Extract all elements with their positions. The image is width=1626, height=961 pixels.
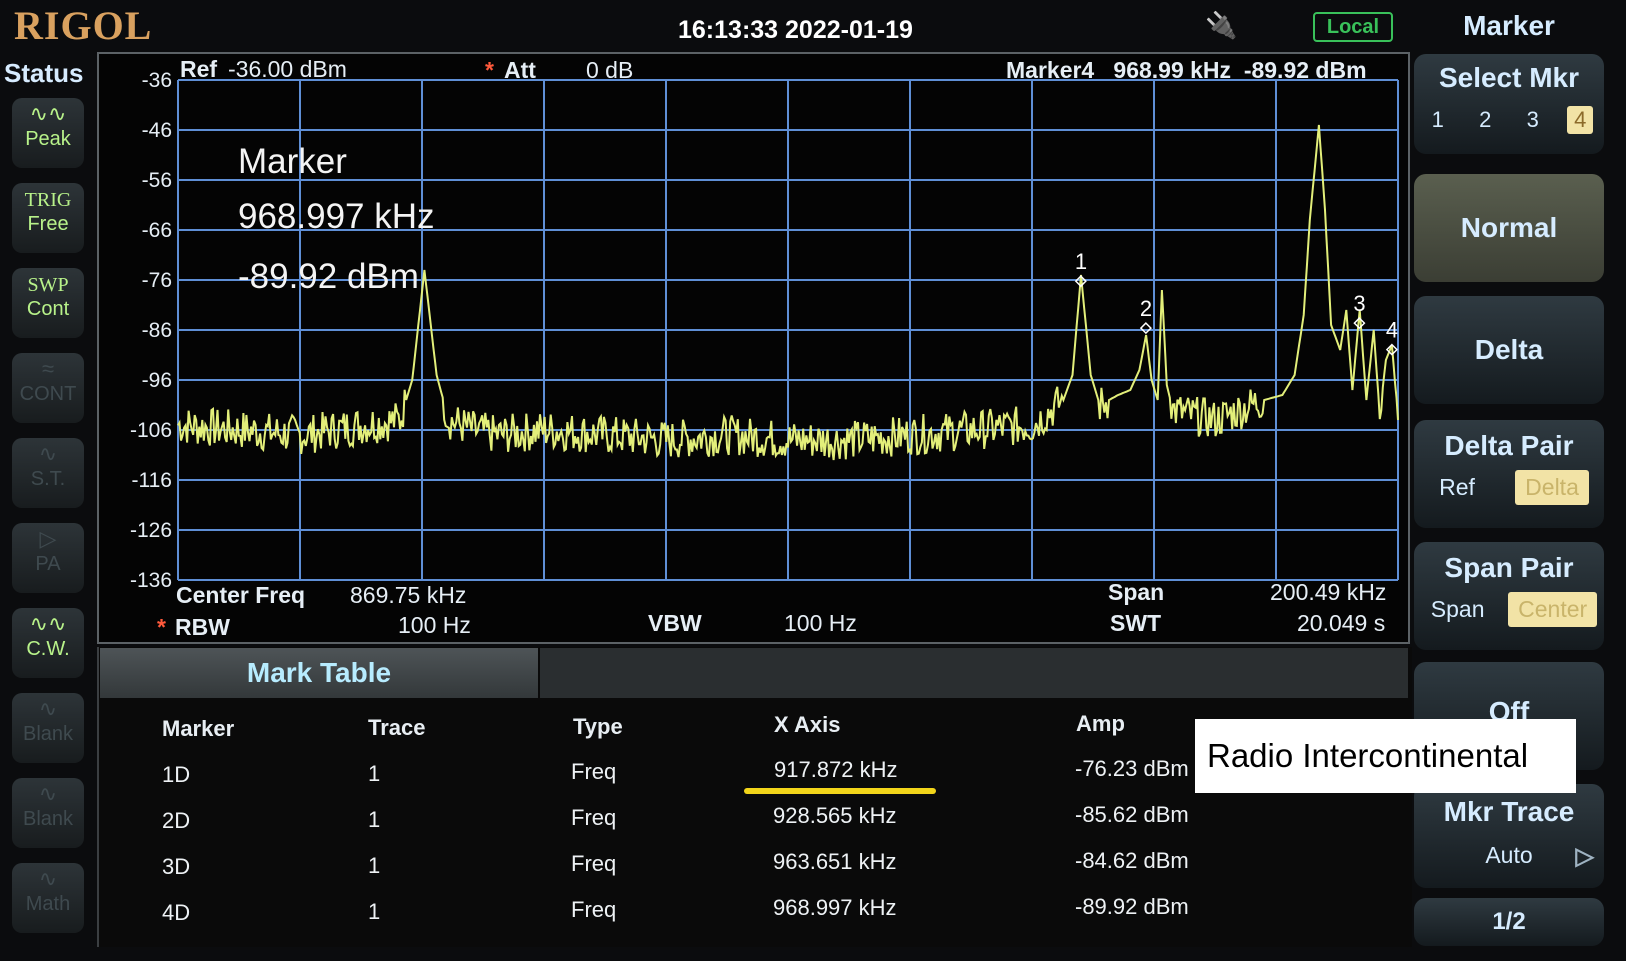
y-tick-label: -126 [130, 519, 172, 542]
big-marker-amp: -89.92 dBm [238, 257, 419, 296]
marker-number-selector: 1 2 3 4 [1414, 106, 1604, 134]
row-marker: 4D [162, 900, 191, 925]
mkr-trace-label: Mkr Trace [1443, 796, 1575, 827]
row-amp: -85.62 dBm [1075, 802, 1189, 827]
row-type: Freq [571, 851, 617, 876]
row-x-axis: 963.651 kHz [773, 849, 897, 874]
delta-key[interactable]: Delta [1414, 296, 1604, 404]
row-marker: 3D [162, 854, 191, 879]
y-tick-label: -86 [142, 319, 172, 342]
row-x-axis: 917.872 kHz [774, 757, 898, 782]
plot-grid [177, 79, 1399, 581]
col-header-x-axis: X Axis [774, 712, 841, 737]
row-type: Freq [571, 897, 617, 922]
center-freq-value: 869.75 kHz [350, 582, 467, 608]
row-type: Freq [571, 805, 617, 830]
rbw-label: RBW [175, 614, 230, 640]
mark-table-strip [540, 648, 1408, 698]
center-freq-label: Center Freq [176, 582, 306, 608]
row-marker: 2D [162, 808, 191, 833]
mkr-number-1[interactable]: 1 [1425, 106, 1451, 134]
y-tick-label: -36 [142, 69, 172, 92]
menu-title: Marker [1463, 10, 1555, 41]
y-tick-label: -46 [142, 119, 172, 142]
marker-points: 1 2 34 [1074, 249, 1398, 356]
row-x-axis: 968.997 kHz [773, 895, 897, 920]
row-trace: 1 [368, 807, 381, 832]
delta-pair-delta[interactable]: Delta [1515, 470, 1589, 505]
mkr-number-4[interactable]: 4 [1567, 106, 1594, 134]
span-pair-label: Span Pair [1444, 552, 1574, 583]
mkr-number-2[interactable]: 2 [1472, 106, 1498, 134]
row-x-axis: 928.565 kHz [773, 803, 897, 828]
row-amp: -89.92 dBm [1075, 894, 1189, 919]
span-value: 200.49 kHz [1270, 579, 1387, 605]
swt-label: SWT [1110, 610, 1162, 636]
delta-pair-label: Delta Pair [1444, 430, 1574, 461]
row-trace: 1 [368, 853, 381, 878]
y-tick-label: -136 [130, 569, 172, 592]
rbw-star: * [157, 614, 166, 640]
select-mkr-label: Select Mkr [1438, 62, 1580, 93]
marker-label: 2 [1140, 296, 1152, 321]
marker-diamond [1139, 322, 1152, 335]
delta-pair-key[interactable]: Delta Pair Ref Delta [1414, 420, 1604, 528]
mkr-number-3[interactable]: 3 [1520, 106, 1546, 134]
col-header-marker: Marker [162, 716, 235, 741]
mkr-trace-key[interactable]: Mkr Trace Auto ▷ [1414, 784, 1604, 888]
station-annotation: Radio Intercontinental [1195, 719, 1576, 793]
big-marker-title: Marker [238, 142, 347, 181]
col-header-amp: Amp [1076, 711, 1125, 736]
span-pair-key[interactable]: Span Pair Span Center [1414, 542, 1604, 650]
vbw-label: VBW [648, 610, 702, 636]
row-amp: -76.23 dBm [1075, 756, 1189, 781]
y-tick-label: -106 [130, 419, 172, 442]
vbw-value: 100 Hz [784, 610, 857, 636]
delta-pair-ref[interactable]: Ref [1429, 470, 1485, 505]
y-tick-label: -116 [132, 469, 172, 492]
marker-label: 3 [1353, 291, 1365, 316]
row-marker: 1D [162, 762, 191, 787]
y-tick-label: -56 [142, 169, 172, 192]
page-indicator[interactable]: 1/2 [1414, 898, 1604, 946]
normal-key[interactable]: Normal [1414, 174, 1604, 282]
marker-label: 1 [1075, 249, 1087, 274]
row-type: Freq [571, 759, 617, 784]
marker-label: 4 [1386, 318, 1398, 343]
span-label: Span [1108, 579, 1165, 605]
chevron-right-icon: ▷ [1575, 843, 1594, 870]
y-tick-label: -96 [142, 369, 172, 392]
swt-value: 20.049 s [1297, 610, 1386, 636]
y-tick-label: -76 [142, 269, 172, 292]
span-pair-options: Span Center [1414, 592, 1604, 627]
col-header-type: Type [573, 714, 623, 739]
big-marker-freq: 968.997 kHz [238, 197, 435, 236]
row-trace: 1 [368, 899, 381, 924]
span-pair-center[interactable]: Center [1508, 592, 1598, 627]
col-header-trace: Trace [368, 715, 426, 740]
row-trace: 1 [368, 761, 381, 786]
highlight-underline [744, 788, 936, 794]
mark-table-tab[interactable]: Mark Table [100, 648, 538, 698]
select-mkr-key[interactable]: Select Mkr 1 2 3 4 [1414, 54, 1604, 154]
rbw-value: 100 Hz [398, 612, 471, 638]
y-tick-labels: -36 -46 -56 -66 -76 -86 -96 -106 -116 -126 -136 [130, 69, 172, 592]
row-amp: -84.62 dBm [1075, 848, 1189, 873]
delta-pair-options: Ref Delta [1414, 470, 1604, 505]
span-pair-span[interactable]: Span [1421, 592, 1495, 627]
y-tick-label: -66 [142, 219, 172, 242]
